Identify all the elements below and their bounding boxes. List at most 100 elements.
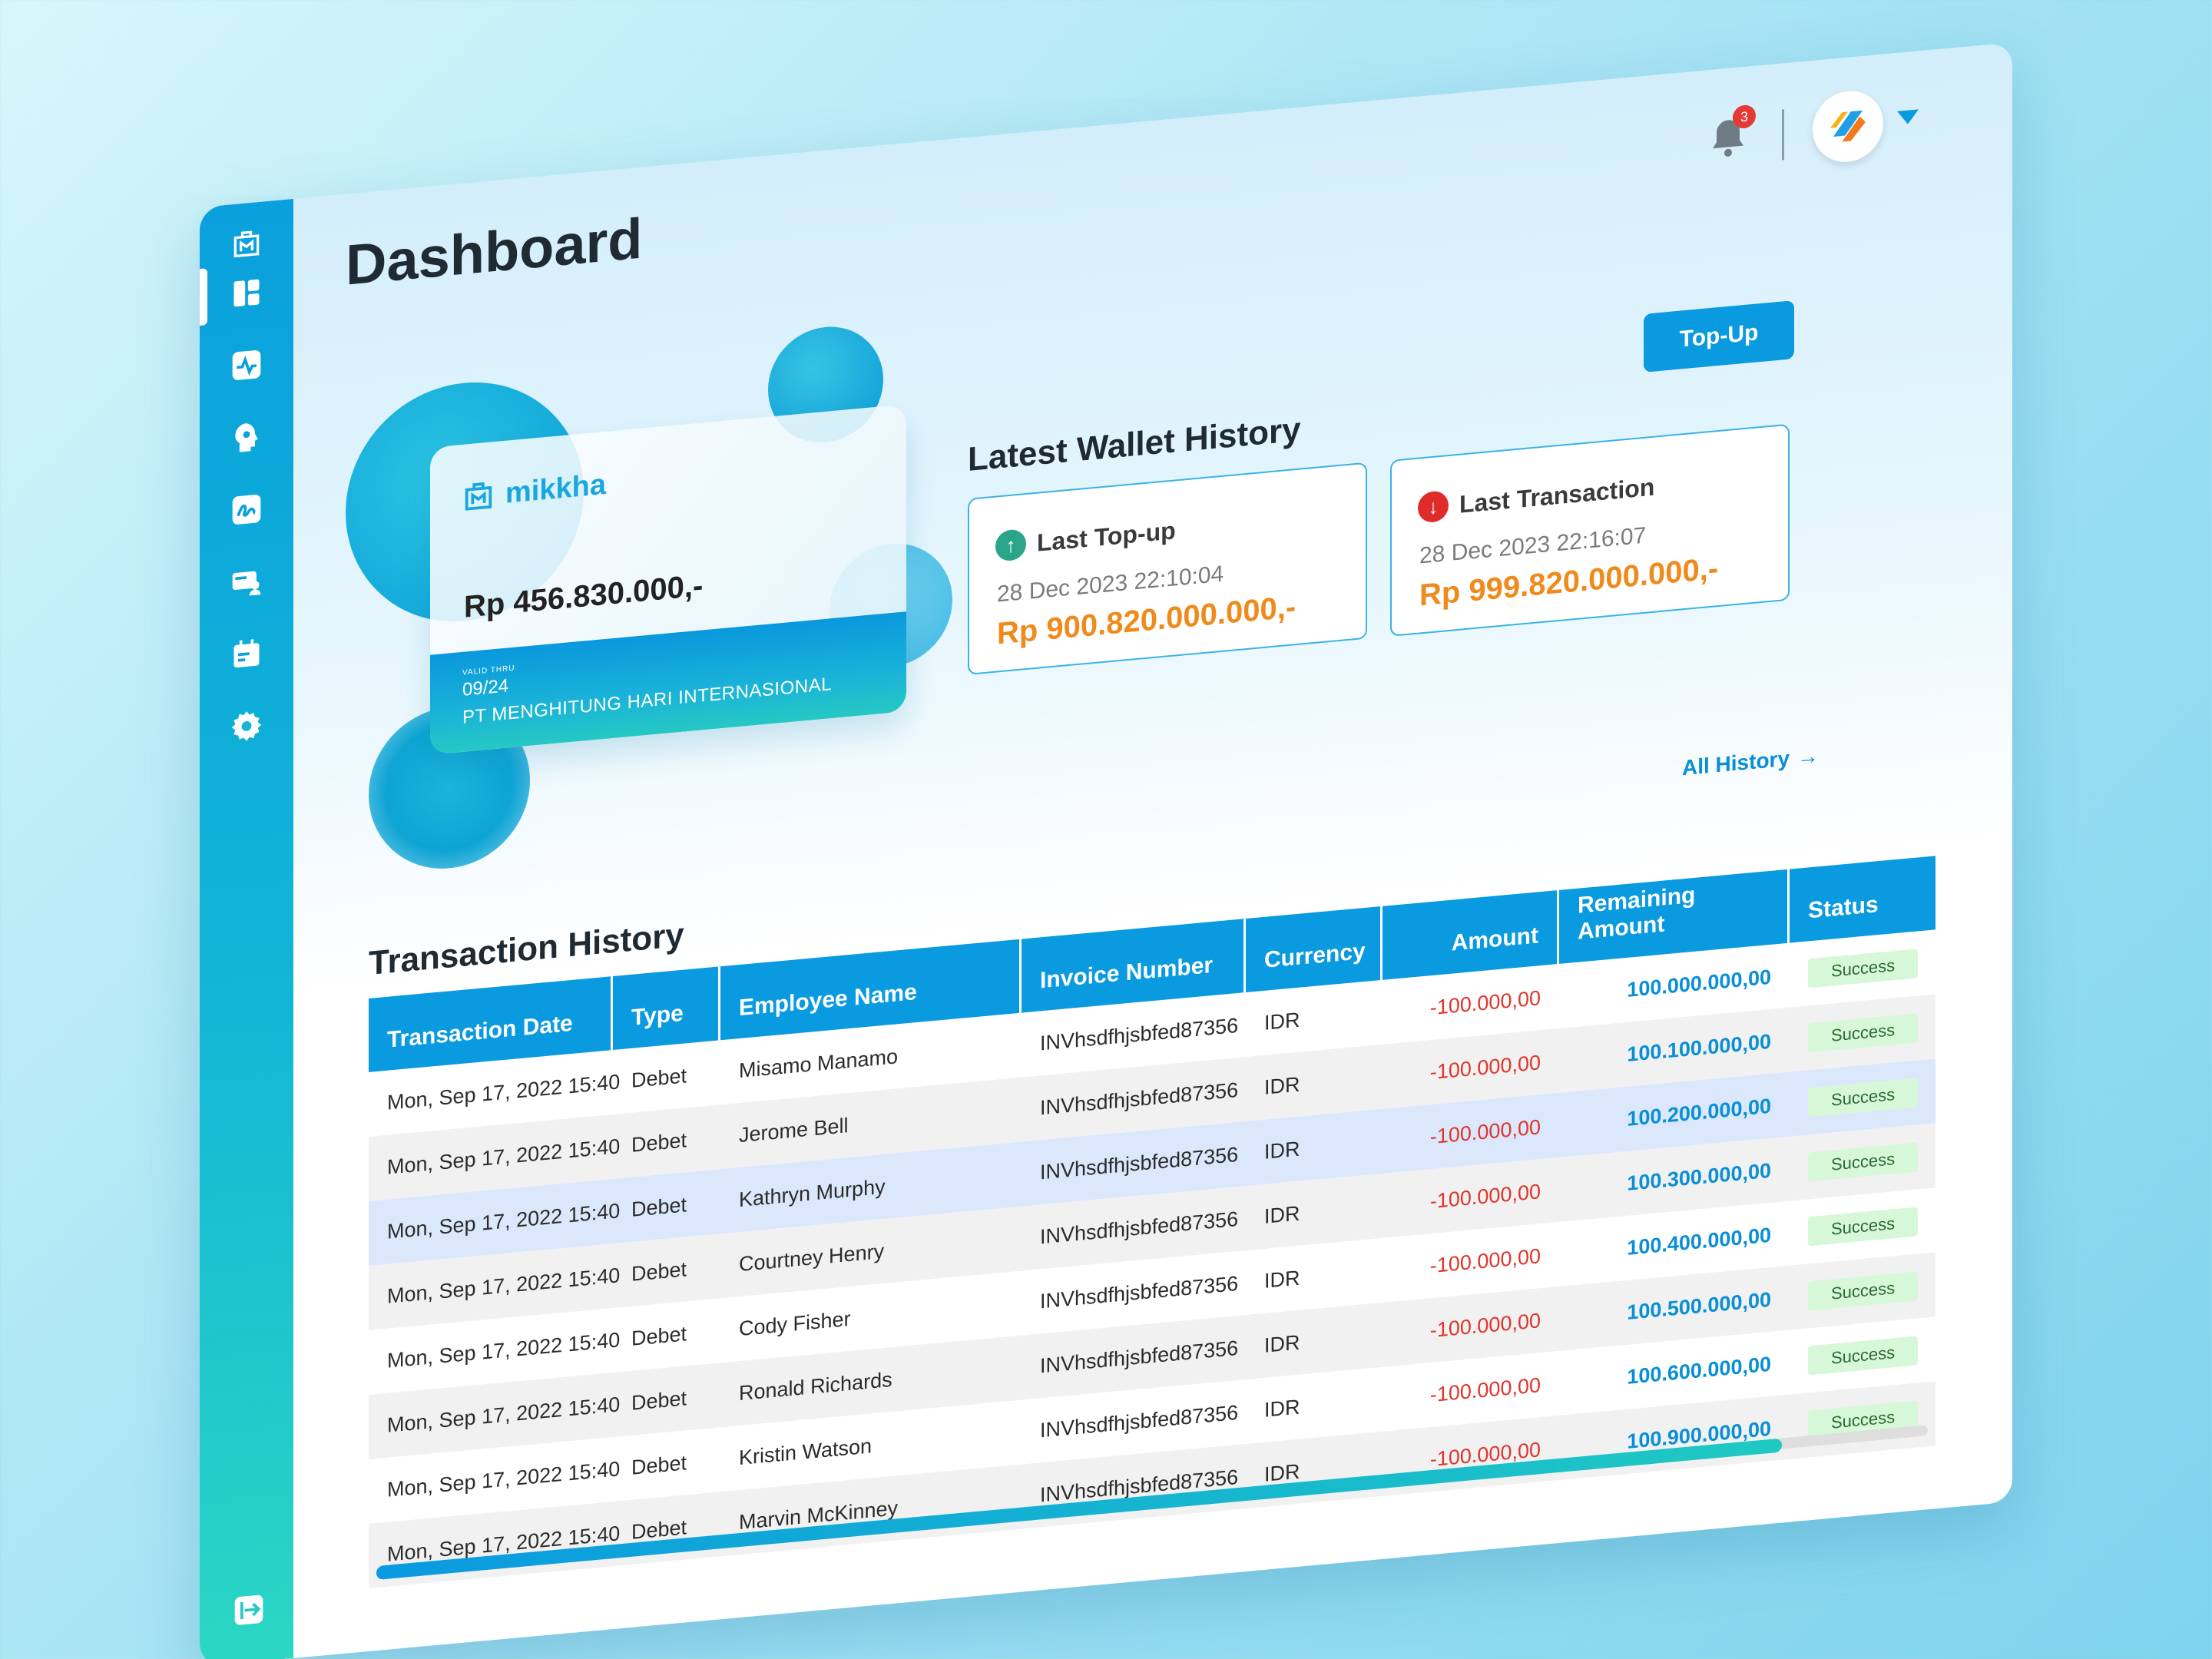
cell-transaction-date: Mon, Sep 17, 2022 15:40: [387, 1456, 621, 1502]
cell-transaction-date: Mon, Sep 17, 2022 15:40: [387, 1392, 621, 1437]
cell-amount: -100.000,00: [1429, 985, 1541, 1019]
status-badge: Success: [1808, 1013, 1919, 1053]
cell-currency: IDR: [1264, 1137, 1300, 1164]
wallet-card[interactable]: mikkha Rp 456.830.000,- VALID THRU 09/24…: [430, 404, 906, 755]
cell-status: Success: [1790, 1012, 1936, 1054]
last-topup-header: ↑ Last Top-up: [995, 515, 1176, 562]
sidebar: [200, 198, 293, 1659]
cell-remaining-amount: 100.200.000,00: [1627, 1094, 1771, 1131]
cell-type: Debet: [631, 1192, 687, 1221]
cell-employee-name: Kristin Watson: [739, 1433, 873, 1469]
cell-invoice-number: INVhsdfhjsbfed87356: [1040, 1078, 1239, 1119]
cell-invoice-number: INVhsdfhjsbfed87356: [1040, 1207, 1239, 1248]
col-type[interactable]: Type: [613, 966, 720, 1051]
card-brand: mikkha: [461, 467, 606, 515]
card-valid-thru: 09/24: [462, 675, 509, 700]
cell-transaction-date: Mon, Sep 17, 2022 15:40: [387, 1198, 621, 1243]
mikkha-card-logo-icon: [465, 482, 492, 511]
cell-remaining-amount: 100.300.000,00: [1627, 1158, 1771, 1195]
gear-icon[interactable]: [229, 707, 264, 745]
cell-invoice-number: INVhsdfhjsbfed87356: [1040, 1142, 1239, 1184]
page-title: Dashboard: [346, 206, 643, 297]
cell-currency: IDR: [1264, 1266, 1300, 1293]
dashboard-grid-icon[interactable]: [229, 273, 264, 312]
cell-remaining-amount: 100.100.000,00: [1627, 1029, 1771, 1066]
cell-amount: -100.000,00: [1429, 1243, 1541, 1277]
status-badge: Success: [1808, 1142, 1919, 1182]
active-indicator: [200, 268, 207, 326]
last-transaction-box: ↓ Last Transaction 28 Dec 2023 22:16:07 …: [1390, 423, 1790, 637]
wallet-history-title: Latest Wallet History: [968, 410, 1301, 478]
activity-pulse-icon[interactable]: [229, 346, 264, 384]
cell-status: Success: [1790, 1270, 1936, 1312]
last-topup-label: Last Top-up: [1037, 515, 1176, 557]
transaction-table: Transaction Date Type Employee Name Invo…: [369, 856, 1936, 1588]
cell-employee-name: Cody Fisher: [739, 1306, 851, 1340]
status-badge: Success: [1808, 949, 1919, 988]
card-user-icon[interactable]: [229, 562, 264, 601]
cell-employee-name: Courtney Henry: [739, 1239, 885, 1276]
cell-currency: IDR: [1264, 1008, 1300, 1035]
topup-button[interactable]: Top-Up: [1644, 300, 1794, 373]
cell-remaining-amount: 100.400.000,00: [1627, 1223, 1771, 1260]
cell-currency: IDR: [1264, 1201, 1300, 1228]
cell-type: Debet: [631, 1321, 687, 1350]
head-gear-icon[interactable]: [229, 418, 264, 456]
cell-invoice-number: INVhsdfhjsbfed87356: [1040, 1013, 1239, 1055]
cell-status: Success: [1790, 1334, 1936, 1376]
col-status[interactable]: Status: [1790, 856, 1936, 943]
col-currency[interactable]: Currency: [1246, 906, 1382, 993]
cell-type: Debet: [631, 1128, 687, 1157]
cell-type: Debet: [631, 1257, 687, 1286]
all-history-link[interactable]: All History →: [1682, 743, 1819, 780]
cell-currency: IDR: [1264, 1072, 1300, 1099]
cell-type: Debet: [631, 1063, 687, 1092]
cell-amount: -100.000,00: [1429, 1373, 1541, 1406]
cell-employee-name: Ronald Richards: [739, 1367, 892, 1405]
status-badge: Success: [1808, 1207, 1919, 1247]
card-company-name: PT MENGHITUNG HARI INTERNASIONAL: [462, 674, 832, 728]
cell-status: Success: [1790, 1205, 1936, 1247]
status-badge: Success: [1808, 1336, 1919, 1376]
cell-employee-name: Misamo Manamo: [739, 1044, 899, 1082]
cell-employee-name: Kathryn Murphy: [739, 1174, 886, 1211]
cell-currency: IDR: [1264, 1395, 1300, 1422]
cell-invoice-number: INVhsdfhjsbfed87356: [1040, 1271, 1239, 1313]
cell-status: Success: [1790, 947, 1936, 989]
cell-currency: IDR: [1264, 1330, 1300, 1357]
last-transaction-label: Last Transaction: [1459, 472, 1655, 518]
last-topup-box: ↑ Last Top-up 28 Dec 2023 22:10:04 Rp 90…: [968, 462, 1367, 675]
arrow-up-icon: ↑: [995, 528, 1026, 562]
cell-invoice-number: INVhsdfhjsbfed87356: [1040, 1336, 1239, 1377]
cell-amount: -100.000,00: [1429, 1050, 1541, 1084]
card-band: VALID THRU 09/24 PT MENGHITUNG HARI INTE…: [430, 611, 906, 755]
cell-amount: -100.000,00: [1429, 1308, 1541, 1342]
topbar-divider: [1782, 109, 1784, 161]
cell-remaining-amount: 100.000.000,00: [1627, 965, 1771, 1002]
cell-amount: -100.000,00: [1429, 1114, 1541, 1148]
status-badge: Success: [1808, 1271, 1919, 1311]
cell-remaining-amount: 100.600.000,00: [1627, 1352, 1771, 1389]
logout-icon[interactable]: [232, 1591, 266, 1628]
cell-transaction-date: Mon, Sep 17, 2022 15:40: [387, 1069, 621, 1114]
arrow-down-icon: ↓: [1418, 490, 1449, 524]
calendar-card-icon[interactable]: [229, 634, 264, 673]
status-badge: Success: [1808, 1078, 1919, 1118]
cell-type: Debet: [631, 1450, 687, 1479]
arrow-right-icon: →: [1797, 743, 1820, 770]
cell-remaining-amount: 100.500.000,00: [1627, 1287, 1771, 1324]
last-transaction-header: ↓ Last Transaction: [1418, 472, 1654, 524]
signature-icon[interactable]: [229, 490, 264, 528]
cell-invoice-number: INVhsdfhjsbfed87356: [1040, 1400, 1239, 1442]
cell-transaction-date: Mon, Sep 17, 2022 15:40: [387, 1134, 621, 1179]
profile-dropdown-caret-icon[interactable]: [1897, 109, 1919, 125]
card-balance: Rp 456.830.000,-: [464, 568, 704, 624]
notification-badge: 3: [1733, 104, 1756, 130]
cell-transaction-date: Mon, Sep 17, 2022 15:40: [387, 1263, 621, 1308]
cell-employee-name: Jerome Bell: [739, 1113, 849, 1147]
cell-amount: -100.000,00: [1429, 1179, 1541, 1213]
company-logo-icon[interactable]: [1813, 88, 1883, 165]
app-window: 3 Dashboard mikkha Rp 456.830.000,- VALI…: [200, 42, 2012, 1659]
mikkha-logo-icon[interactable]: [229, 224, 264, 263]
cell-status: Success: [1790, 1141, 1936, 1183]
